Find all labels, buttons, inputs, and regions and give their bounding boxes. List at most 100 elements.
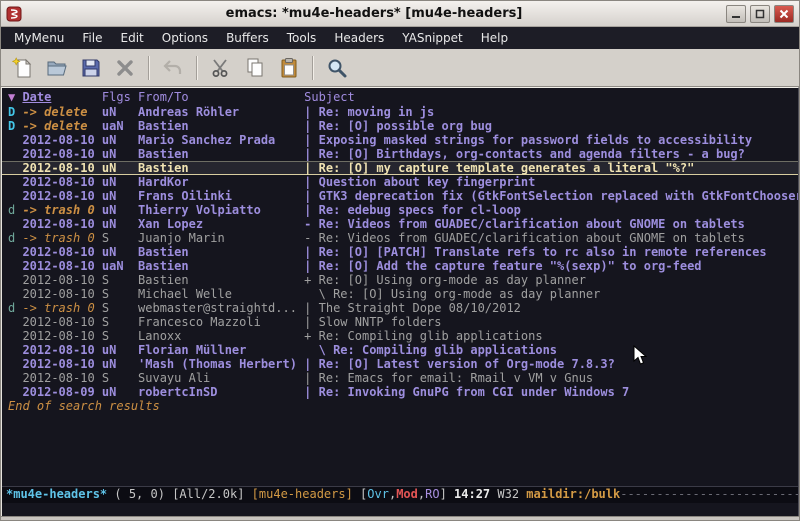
mark-cell (8, 357, 22, 371)
column-header-from[interactable]: From/To (138, 90, 304, 104)
flags-cell: uN (102, 161, 138, 175)
date-cell: 2012-08-10 (22, 245, 101, 259)
message-row[interactable]: 2012-08-10 S Suvayu Ali | Re: Emacs for … (2, 371, 798, 385)
message-row[interactable]: 2012-08-10 uN 'Mash (Thomas Herbert) | R… (2, 357, 798, 371)
subject-cell: | Re: Invoking GnuPG from CGI under Wind… (304, 385, 798, 399)
titlebar[interactable]: emacs: *mu4e-headers* [mu4e-headers] (1, 1, 799, 27)
flags-cell: uN (102, 357, 138, 371)
mark-cell (8, 217, 22, 231)
column-header-subject[interactable]: Subject (304, 90, 798, 104)
message-row[interactable]: d -> trash 0 S webmaster@straightd... | … (2, 301, 798, 315)
from-cell: Bastien (138, 245, 304, 259)
menu-item-buffers[interactable]: Buffers (217, 29, 278, 47)
from-cell: HardKor (138, 175, 304, 189)
new-file-button[interactable] (7, 52, 39, 84)
subject-cell: | Re: [O] Add the capture feature "%(sex… (304, 259, 798, 273)
close-button[interactable] (774, 5, 794, 23)
save-icon (79, 56, 103, 80)
headers-column-header: ▼ Date Flgs From/To Subject (2, 88, 798, 105)
subject-cell: | Re: Emacs for email: Rmail v VM v Gnus (304, 371, 798, 385)
menu-item-headers[interactable]: Headers (325, 29, 393, 47)
paste-icon (277, 56, 301, 80)
menu-item-edit[interactable]: Edit (112, 29, 153, 47)
message-row[interactable]: 2012-08-10 uN Florian Müllner \ Re: Comp… (2, 343, 798, 357)
menu-item-file[interactable]: File (73, 29, 111, 47)
flags-cell: S (102, 301, 138, 315)
date-cell: 2012-08-09 (22, 385, 101, 399)
subject-cell: \ Re: [O] Using org-mode as day planner (304, 287, 798, 301)
subject-cell: + Re: Compiling glib applications (304, 329, 798, 343)
end-of-results-text: End of search results (2, 399, 798, 413)
message-row[interactable]: d -> trash 0 S Juanjo Marin - Re: Videos… (2, 231, 798, 245)
mark-cell (8, 133, 22, 147)
message-row[interactable]: 2012-08-10 uN Xan Lopez - Re: Videos fro… (2, 217, 798, 231)
message-row[interactable]: 2012-08-10 uaN Bastien | Re: [O] Add the… (2, 259, 798, 273)
date-cell: 2012-08-10 (22, 287, 101, 301)
menu-item-mymenu[interactable]: MyMenu (5, 29, 73, 47)
message-row[interactable]: 2012-08-10 uN Mario Sanchez Prada | Expo… (2, 133, 798, 147)
mark-cell: D (8, 119, 22, 133)
maximize-button[interactable] (750, 5, 770, 23)
subject-cell: | Re: [O] possible org bug (304, 119, 798, 133)
mark-cell: d (8, 301, 22, 315)
search-button[interactable] (321, 52, 353, 84)
from-cell: Michael Welle (138, 287, 304, 301)
message-row[interactable]: 2012-08-10 S Bastien + Re: [O] Using org… (2, 273, 798, 287)
message-row[interactable]: 2012-08-10 S Francesco Mazzoli | Slow NN… (2, 315, 798, 329)
message-row[interactable]: 2012-08-10 uN Frans Oilinki | GTK3 depre… (2, 189, 798, 203)
modeline-segment-time: 14:27 (454, 487, 497, 501)
flags-cell: uN (102, 217, 138, 231)
subject-cell: | Exposing masked strings for password f… (304, 133, 798, 147)
subject-cell: | Re: edebug specs for cl-loop (304, 203, 798, 217)
from-cell: Bastien (138, 259, 304, 273)
menu-item-tools[interactable]: Tools (278, 29, 326, 47)
mu4e-headers-buffer: ▼ Date Flgs From/To Subject D -> delete … (1, 87, 799, 516)
close-buffer-button[interactable] (109, 52, 141, 84)
buffer-empty-space (2, 413, 798, 486)
menubar: MyMenuFileEditOptionsBuffersToolsHeaders… (1, 27, 799, 49)
message-list: D -> delete uN Andreas Röhler | Re: movi… (2, 105, 798, 399)
search-icon (325, 56, 349, 80)
menu-item-yasnippet[interactable]: YASnippet (393, 29, 472, 47)
window-title: emacs: *mu4e-headers* [mu4e-headers] (26, 6, 722, 21)
date-cell: 2012-08-10 (22, 315, 101, 329)
menu-item-help[interactable]: Help (472, 29, 517, 47)
minimize-button[interactable] (726, 5, 746, 23)
flags-cell: uN (102, 105, 138, 119)
date-cell: -> trash 0 (22, 231, 101, 245)
date-cell: -> trash 0 (22, 203, 101, 217)
message-row[interactable]: 2012-08-10 uN Bastien | Re: [O] [PATCH] … (2, 245, 798, 259)
column-header-flags[interactable]: Flgs (102, 90, 138, 104)
undo-button[interactable] (157, 52, 189, 84)
from-cell: Mario Sanchez Prada (138, 133, 304, 147)
date-cell: -> trash 0 (22, 301, 101, 315)
date-cell: 2012-08-10 (22, 147, 101, 161)
cut-button[interactable] (205, 52, 237, 84)
column-header-date[interactable]: Date (22, 90, 101, 104)
message-row[interactable]: d -> trash 0 uN Thierry Volpiatto | Re: … (2, 203, 798, 217)
message-row[interactable]: 2012-08-09 uN robertcInSD | Re: Invoking… (2, 385, 798, 399)
subject-cell: \ Re: Compiling glib applications (304, 343, 798, 357)
flags-cell: uN (102, 175, 138, 189)
message-row[interactable]: D -> delete uN Andreas Röhler | Re: movi… (2, 105, 798, 119)
message-row[interactable]: D -> delete uaN Bastien | Re: [O] possib… (2, 119, 798, 133)
echo-area[interactable] (2, 503, 798, 516)
maximize-icon (755, 9, 765, 19)
toolbar-separator (148, 56, 150, 80)
undo-icon (161, 56, 185, 80)
message-row[interactable]: 2012-08-10 uN Bastien | Re: [O] Birthday… (2, 147, 798, 161)
paste-button[interactable] (273, 52, 305, 84)
subject-cell: | The Straight Dope 08/10/2012 (304, 301, 798, 315)
save-button[interactable] (75, 52, 107, 84)
menu-item-options[interactable]: Options (153, 29, 217, 47)
from-cell: Xan Lopez (138, 217, 304, 231)
message-row[interactable]: 2012-08-10 S Michael Welle \ Re: [O] Usi… (2, 287, 798, 301)
open-folder-icon (45, 56, 69, 80)
copy-button[interactable] (239, 52, 271, 84)
open-file-button[interactable] (41, 52, 73, 84)
sort-indicator-icon: ▼ (8, 90, 22, 104)
from-cell: robertcInSD (138, 385, 304, 399)
message-row[interactable]: 2012-08-10 uN HardKor | Question about k… (2, 175, 798, 189)
message-row[interactable]: 2012-08-10 S Lanoxx + Re: Compiling glib… (2, 329, 798, 343)
message-row[interactable]: 2012-08-10 uN Bastien | Re: [O] my captu… (2, 161, 798, 175)
